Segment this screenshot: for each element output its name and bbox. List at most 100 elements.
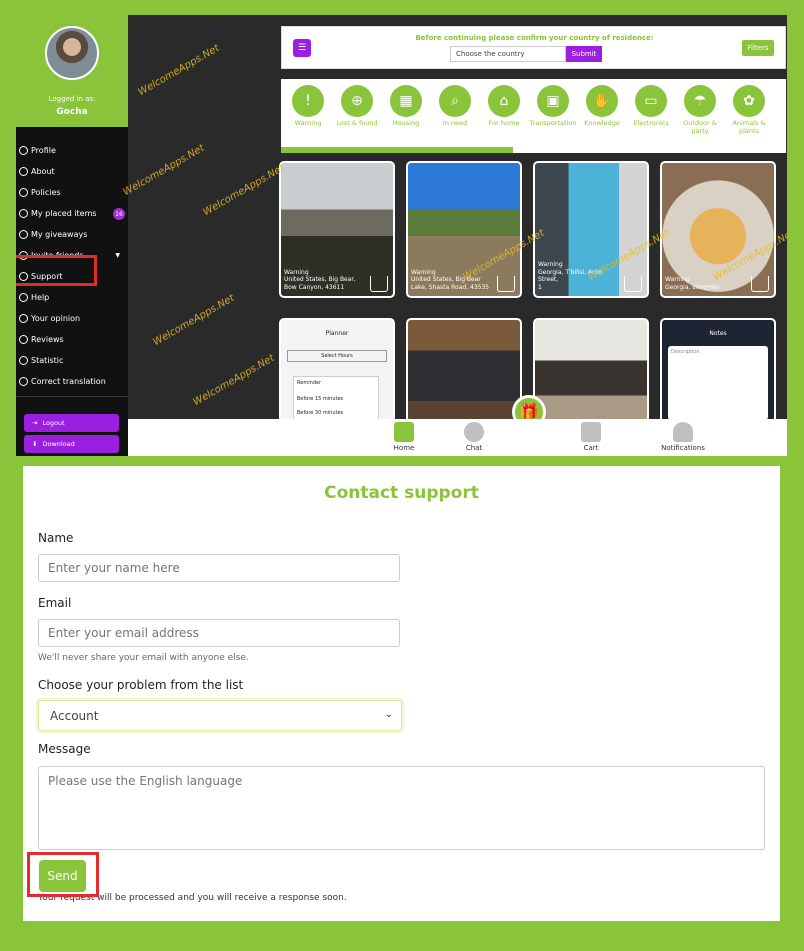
filters-button[interactable]: Filters <box>742 40 774 56</box>
category-scroll-fill <box>281 147 514 153</box>
category-for-home[interactable]: ⌂ For home <box>479 85 529 128</box>
listing-card[interactable]: Warning United States, Big Bear, Bow Canyo… <box>279 161 395 298</box>
cart-icon[interactable] <box>624 276 642 292</box>
problem-select[interactable]: Account ⌄ <box>38 700 402 731</box>
chevron-down-icon: ▼ <box>115 252 120 259</box>
sidebar-item-label: Correct translation <box>31 377 106 386</box>
home-icon <box>394 422 414 442</box>
help-icon <box>19 293 28 302</box>
sidebar-item-statistic[interactable]: Statistic <box>16 350 128 371</box>
home-icon: ⌂ <box>488 85 520 117</box>
category-label: Knowledge <box>584 119 620 127</box>
reviews-icon <box>19 335 28 344</box>
email-hint: We'll never share your email with anyone… <box>38 653 249 663</box>
category-knowledge[interactable]: ✋ Knowledge <box>577 85 627 128</box>
download-label: Download <box>42 440 75 448</box>
category-animals-plants[interactable]: ✿ Animals & plants <box>724 85 774 136</box>
sidebar-item-help[interactable]: Help <box>16 287 128 308</box>
sidebar-item-correct-translation[interactable]: Correct translation <box>16 371 128 392</box>
country-select[interactable]: Choose the country <box>450 46 566 62</box>
logout-label: Logout <box>42 419 65 427</box>
help-icon: ⊕ <box>341 85 373 117</box>
category-in-need[interactable]: ⌕ In need <box>430 85 480 128</box>
nav-notifications[interactable]: Notifications <box>658 422 708 452</box>
download-button[interactable]: ⬇ Download <box>24 435 119 453</box>
planner-popup: Reminder Before 15 minutes Before 30 min… <box>293 376 379 421</box>
watermark: WelcomeApps.Net <box>136 42 222 99</box>
category-label: For home <box>488 119 520 127</box>
category-label: Lost & found <box>336 119 378 127</box>
sidebar-item-my-giveaways[interactable]: My giveaways <box>16 224 128 245</box>
problem-select-value: Account <box>50 709 99 723</box>
sidebar-item-label: Reviews <box>31 335 64 344</box>
search-icon: ⌕ <box>439 85 471 117</box>
sidebar-item-label: Help <box>31 293 50 302</box>
logout-button[interactable]: ⇥ Logout <box>24 414 119 432</box>
category-label: Housing <box>392 119 420 127</box>
notes-title: Notes <box>709 330 727 337</box>
support-highlight <box>16 255 97 286</box>
problem-label: Choose your problem from the list <box>38 678 244 692</box>
listing-card[interactable]: Warning Georgia, თბილისი <box>660 161 776 298</box>
category-lost-found[interactable]: ⊕ Lost & found <box>332 85 382 128</box>
notes-area: Description <box>668 346 768 420</box>
gift-icon <box>19 230 28 239</box>
listing-card[interactable] <box>533 318 649 423</box>
listing-card[interactable]: Planner Select Hours Reminder Before 15 … <box>279 318 395 423</box>
nav-home[interactable]: Home <box>379 422 429 452</box>
listing-caption: Warning United States, Big Bear Lake, Shas… <box>411 268 490 292</box>
nav-cart[interactable]: Cart <box>566 422 616 452</box>
info-icon <box>19 167 28 176</box>
sidebar-item-label: Statistic <box>31 356 64 365</box>
category-scroll-progress[interactable] <box>281 147 786 153</box>
opinion-icon <box>19 314 28 323</box>
sidebar: Logged in as: Gocha Profile About Polici… <box>16 15 128 456</box>
listing-caption: Warning Georgia, თბილისი <box>665 276 720 292</box>
category-housing[interactable]: ▦ Housing <box>381 85 431 128</box>
planner-select: Select Hours <box>287 350 387 362</box>
category-outdoor-party[interactable]: ☂ Outdoor & party <box>675 85 725 136</box>
avatar[interactable] <box>45 26 99 80</box>
category-label: Outdoor & party <box>683 119 717 135</box>
user-icon <box>19 146 28 155</box>
cart-icon <box>581 422 601 442</box>
sidebar-item-reviews[interactable]: Reviews <box>16 329 128 350</box>
nav-label: Notifications <box>661 444 705 452</box>
listing-card[interactable]: Notes Description <box>660 318 776 423</box>
listing-card[interactable]: Warning Georgia, T'bilisi, Arbo Street, 1 <box>533 161 649 298</box>
chat-icon <box>464 422 484 442</box>
email-input[interactable] <box>38 619 400 647</box>
name-input[interactable] <box>38 554 400 582</box>
message-label: Message <box>38 742 91 756</box>
cart-icon[interactable] <box>751 276 769 292</box>
watermark: WelcomeApps.Net <box>121 142 207 199</box>
sidebar-item-my-placed-items[interactable]: My placed items 16 <box>16 203 128 224</box>
policy-icon <box>19 188 28 197</box>
sidebar-item-label: My placed items <box>31 209 97 218</box>
sidebar-item-policies[interactable]: Policies <box>16 182 128 203</box>
listing-caption: Warning United States, Big Bear, Bow Canyo… <box>284 268 356 292</box>
send-highlight <box>27 852 99 897</box>
nav-chat[interactable]: Chat <box>449 422 499 452</box>
listing-card[interactable] <box>406 318 522 423</box>
country-notice: ☰ Before continuing please confirm your … <box>281 26 786 69</box>
sidebar-item-profile[interactable]: Profile <box>16 140 128 161</box>
list-icon <box>19 209 28 218</box>
main-content: ☰ Before continuing please confirm your … <box>121 15 787 456</box>
sidebar-item-about[interactable]: About <box>16 161 128 182</box>
nav-label: Home <box>393 444 415 452</box>
submit-button[interactable]: Submit <box>566 46 602 62</box>
logged-in-label: Logged in as: <box>48 95 96 103</box>
sidebar-item-your-opinion[interactable]: Your opinion <box>16 308 128 329</box>
message-textarea[interactable]: Please use the English language <box>38 766 765 850</box>
chevron-down-icon: ⌄ <box>384 709 393 720</box>
category-electronics[interactable]: ▭ Electronics <box>626 85 676 128</box>
category-transportation[interactable]: ▣ Transportation <box>528 85 578 128</box>
cart-icon[interactable] <box>370 276 388 292</box>
handshake-icon: ✋ <box>586 85 618 117</box>
country-notice-text: Before continuing please confirm your co… <box>415 34 654 42</box>
category-warning[interactable]: ! Warning <box>283 85 333 128</box>
category-label: In need <box>442 119 468 127</box>
listing-card[interactable]: Warning United States, Big Bear Lake, Shas… <box>406 161 522 298</box>
cart-icon[interactable] <box>497 276 515 292</box>
